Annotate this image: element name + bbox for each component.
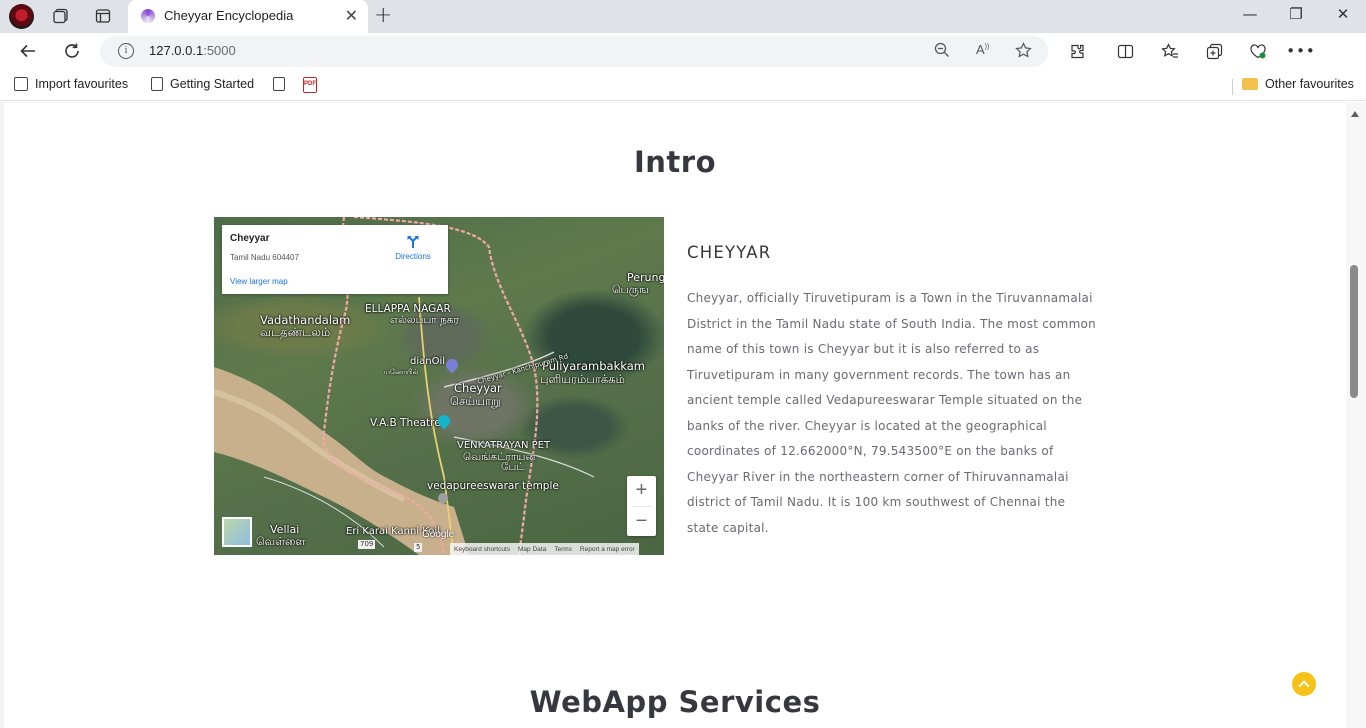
map-attribution: Keyboard shortcuts Map Data Terms Report…	[450, 543, 639, 555]
route-709-badge: 709	[358, 540, 376, 549]
map-label-dianoil: dianOil	[410, 356, 446, 367]
intro-title: Intro	[633, 145, 717, 179]
map-label-puliyarambakkam-ta: புளியரம்பாக்கம்	[540, 372, 625, 386]
pdf-icon: PDF	[303, 77, 317, 93]
zoom-in-button[interactable]: +	[627, 476, 656, 506]
favorites-icon[interactable]	[1160, 41, 1180, 61]
other-favourites-label: Other favourites	[1265, 77, 1354, 91]
scrollbar-thumb[interactable]	[1350, 265, 1358, 398]
map-label-cheyyar: Cheyyar	[454, 381, 502, 395]
zoom-out-icon[interactable]	[934, 42, 950, 62]
map-label-perung-ta: பெருங	[612, 283, 649, 296]
profile-avatar[interactable]	[9, 4, 34, 29]
tab-actions-icon[interactable]	[94, 7, 112, 25]
page-viewport: Intro ELLAPPA NAGAR எல்லப்பா நகர Vadatha…	[0, 102, 1366, 728]
favourite-label: Getting Started	[170, 77, 255, 91]
favourites-divider	[1232, 79, 1233, 95]
scroll-up-arrow-icon[interactable]	[1351, 111, 1359, 117]
tab-title: Cheyyar Encyclopedia	[164, 8, 294, 23]
map-label-dianoil-ta: யனோயில்	[384, 368, 419, 376]
favourite-label: Import favourites	[35, 77, 129, 91]
view-larger-map-link[interactable]: View larger map	[230, 277, 288, 286]
favorite-star-icon[interactable]	[1015, 42, 1032, 63]
map-label-temple: vedapureeswarar temple	[427, 480, 559, 492]
browser-tab-bar: Cheyyar Encyclopedia ✕ + — ❐ ✕	[0, 0, 1366, 33]
page-scrollbar[interactable]	[1346, 102, 1366, 728]
directions-icon	[406, 235, 420, 249]
new-tab-button[interactable]: +	[374, 3, 392, 28]
close-window-button[interactable]: ✕	[1333, 5, 1353, 23]
restore-button[interactable]: ❐	[1286, 5, 1306, 23]
refresh-button[interactable]	[61, 40, 83, 62]
map-zoom-control: + −	[627, 476, 656, 536]
report-map-error-link[interactable]: Report a map error	[580, 546, 635, 553]
back-to-top-button[interactable]	[1292, 672, 1316, 696]
webapp-services-title: WebApp Services	[529, 685, 821, 719]
favourites-bar: Import favourites Getting Started PDF Ot…	[0, 70, 1366, 101]
terms-link[interactable]: Terms	[554, 546, 572, 553]
route-5-badge: 5	[414, 543, 423, 552]
favourite-page[interactable]	[273, 77, 285, 91]
folder-icon	[1242, 78, 1258, 90]
favourite-getting-started[interactable]: Getting Started	[151, 77, 254, 91]
read-aloud-icon[interactable]: A))	[976, 42, 989, 57]
other-favourites[interactable]: Other favourites	[1242, 77, 1354, 91]
map-label-vadathandalam-ta: வடதண்டலம்	[260, 325, 331, 339]
chevron-up-icon	[1298, 680, 1310, 692]
url-text[interactable]: 127.0.0.1:5000	[149, 43, 236, 58]
workspaces-icon[interactable]	[52, 7, 70, 25]
favourite-pdf[interactable]: PDF	[303, 77, 317, 93]
page-icon	[151, 77, 163, 91]
minimize-button[interactable]: —	[1240, 5, 1260, 23]
map-place-card: Cheyyar Tamil Nadu 604407 View larger ma…	[222, 225, 448, 294]
collections-icon[interactable]	[1204, 41, 1224, 61]
directions-label: Directions	[395, 252, 431, 261]
browser-essentials-icon[interactable]	[1248, 41, 1268, 61]
intro-article: CHEYYAR Cheyyar, officially Tiruvetipura…	[687, 243, 1097, 541]
favourite-import[interactable]: Import favourites	[14, 77, 128, 91]
map-data-link[interactable]: Map Data	[518, 546, 546, 553]
directions-button[interactable]: Directions	[392, 235, 434, 261]
map-label-vellai-ta: வெள்ளை	[256, 535, 306, 548]
article-heading: CHEYYAR	[687, 243, 772, 262]
map-label-venkatrayan-ta2: பேட்	[501, 461, 525, 473]
more-menu-icon[interactable]: •••	[1286, 41, 1315, 61]
extensions-icon[interactable]	[1067, 41, 1087, 61]
article-body: Cheyyar, officially Tiruvetipuram is a T…	[687, 291, 1096, 535]
back-button[interactable]	[17, 40, 39, 62]
embedded-map[interactable]: ELLAPPA NAGAR எல்லப்பா நகர Vadathandalam…	[214, 217, 664, 555]
keyboard-shortcuts-link[interactable]: Keyboard shortcuts	[454, 546, 510, 553]
page-content: Intro ELLAPPA NAGAR எல்லப்பா நகர Vadatha…	[4, 103, 1346, 728]
google-logo: Google	[422, 529, 455, 540]
close-tab-icon[interactable]: ✕	[345, 6, 358, 25]
place-address: Tamil Nadu 604407	[230, 253, 299, 262]
tab-cheyyar-encyclopedia[interactable]: Cheyyar Encyclopedia ✕	[128, 0, 368, 33]
map-label-ellappa-ta: எல்லப்பா நகர	[390, 314, 459, 326]
browser-toolbar: i 127.0.0.1:5000 A)) •••	[0, 33, 1366, 96]
site-info-icon[interactable]: i	[118, 43, 134, 59]
site-favicon-icon	[141, 9, 155, 23]
map-label-vab-theatre: V.A.B Theatre	[370, 417, 441, 429]
place-name: Cheyyar	[230, 233, 270, 244]
zoom-out-button[interactable]: −	[627, 507, 656, 537]
map-label-cheyyar-ta: செய்யாறு	[450, 394, 501, 408]
split-screen-icon[interactable]	[1115, 41, 1135, 61]
address-bar[interactable]: i 127.0.0.1:5000 A))	[100, 36, 1048, 67]
page-icon	[273, 77, 285, 91]
import-icon	[14, 77, 28, 91]
map-layers-button[interactable]	[222, 517, 252, 547]
